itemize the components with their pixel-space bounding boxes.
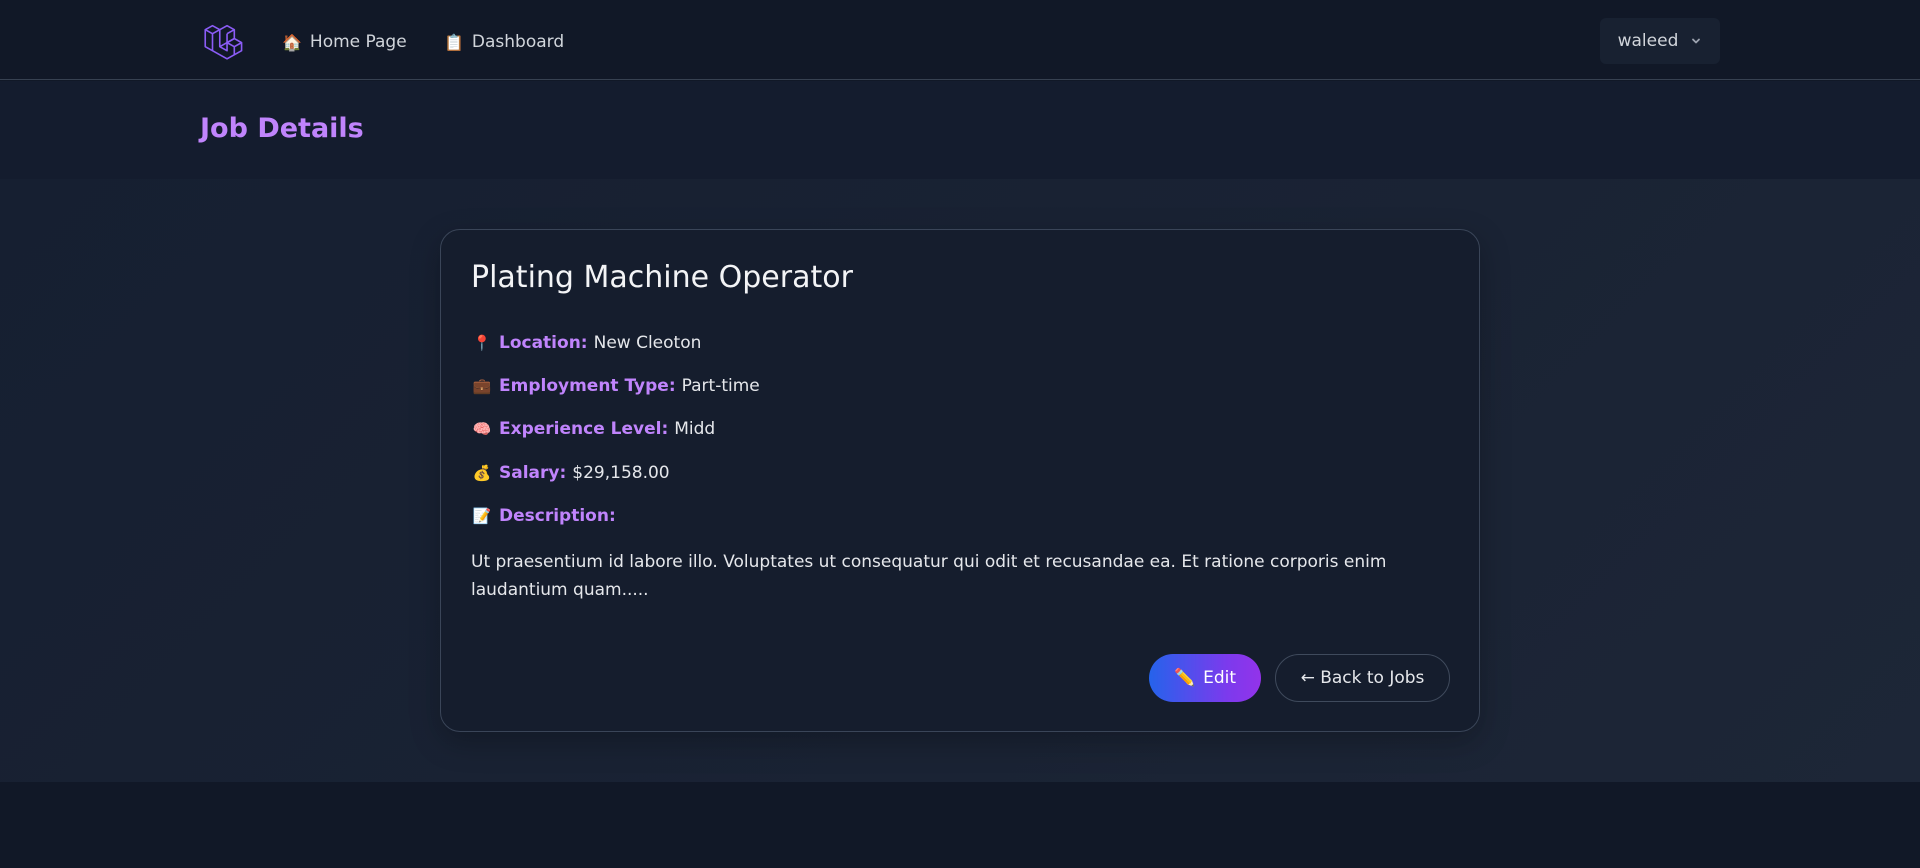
- job-employment-type: 💼 Employment Type: Part-time: [471, 376, 760, 396]
- edit-button[interactable]: ✏️ Edit: [1149, 654, 1261, 702]
- chevron-down-icon: [1692, 38, 1701, 44]
- briefcase-icon: 💼: [472, 377, 492, 395]
- experience-level-label: Experience Level:: [499, 419, 669, 439]
- money-bag-icon: 💰: [472, 464, 492, 482]
- employment-type-label: Employment Type:: [499, 376, 676, 396]
- page-bottom: [0, 782, 1920, 868]
- nav-dashboard-label: Dashboard: [471, 32, 565, 52]
- job-location: 📍 Location: New Cleoton: [471, 333, 702, 353]
- nav-home-link[interactable]: 🏠 Home Page: [282, 30, 407, 54]
- salary-value: $29,158.00: [572, 463, 670, 483]
- pin-icon: 📍: [472, 334, 492, 352]
- description-label: Description:: [499, 506, 616, 526]
- salary-label: Salary:: [499, 463, 567, 483]
- nav-home-label: Home Page: [309, 32, 407, 52]
- top-navbar: 🏠 Home Page 📋 Dashboard waleed: [0, 0, 1920, 80]
- job-title: Plating Machine Operator: [471, 260, 853, 295]
- user-name: waleed: [1617, 31, 1679, 51]
- job-description: Ut praesentium id labore illo. Voluptate…: [471, 552, 1387, 600]
- job-experience-level: 🧠 Experience Level: Midd: [471, 419, 716, 439]
- main-content: Plating Machine Operator 📍 Location: New…: [0, 179, 1920, 782]
- laravel-logo-icon[interactable]: [202, 20, 244, 62]
- location-value: New Cleoton: [593, 333, 702, 353]
- page-title: Job Details: [200, 113, 364, 144]
- job-card: Plating Machine Operator 📍 Location: New…: [440, 229, 1480, 732]
- clipboard-icon: 📋: [444, 32, 464, 52]
- edit-button-label: Edit: [1203, 668, 1237, 688]
- memo-icon: 📝: [472, 507, 492, 525]
- experience-level-value: Midd: [674, 419, 716, 439]
- nav-dashboard-link[interactable]: 📋 Dashboard: [444, 30, 564, 54]
- page-header: Job Details: [0, 81, 1920, 179]
- job-description-heading: 📝 Description:: [471, 506, 616, 526]
- employment-type-value: Part-time: [681, 376, 760, 396]
- brain-icon: 🧠: [472, 420, 492, 438]
- job-salary: 💰 Salary: $29,158.00: [471, 463, 670, 483]
- house-icon: 🏠: [282, 32, 302, 52]
- location-label: Location:: [499, 333, 588, 353]
- pencil-icon: ✏️: [1173, 668, 1196, 688]
- user-menu-button[interactable]: waleed: [1600, 18, 1720, 64]
- back-to-jobs-button[interactable]: ← Back to Jobs: [1275, 654, 1450, 702]
